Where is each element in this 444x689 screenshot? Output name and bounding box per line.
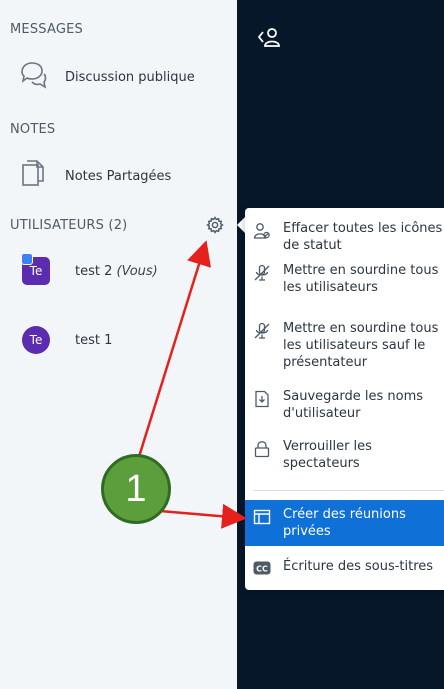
arrow-to-breakout-item: [159, 503, 247, 529]
step-number-callout: 1: [101, 454, 171, 524]
arrow-to-gear: [136, 240, 211, 461]
annotation-arrows: [136, 240, 247, 529]
